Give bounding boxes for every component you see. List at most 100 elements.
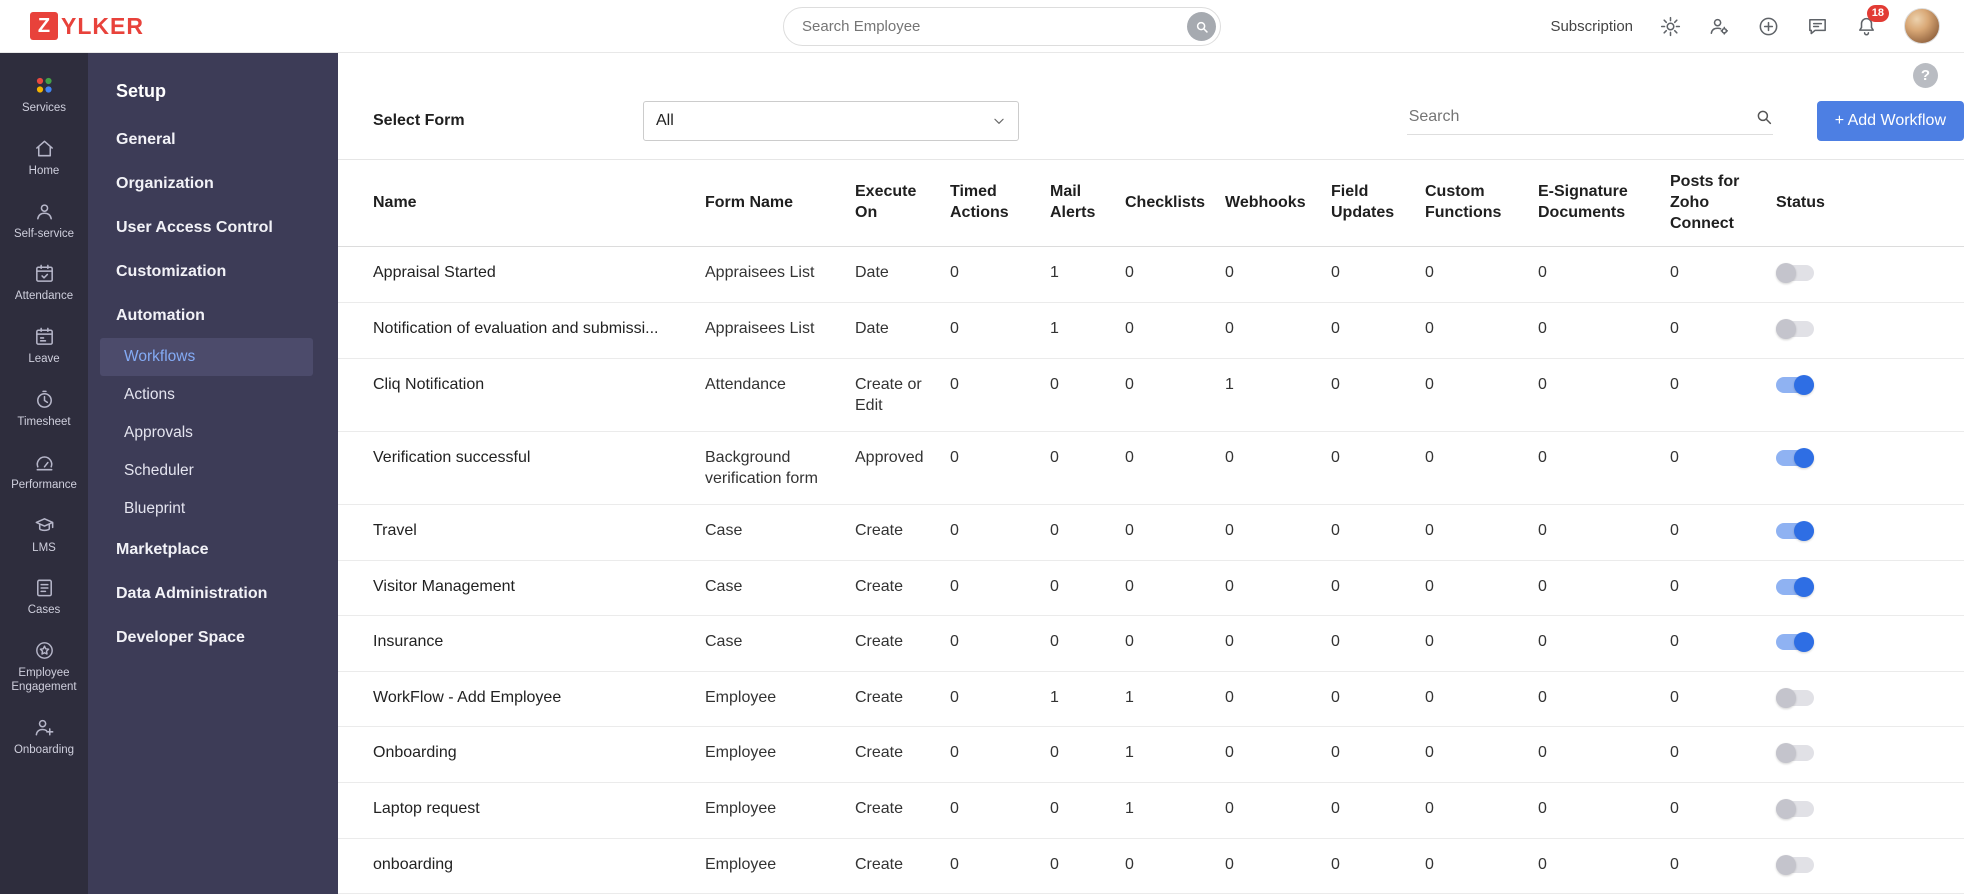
sidebar-item-onboarding[interactable]: Onboarding bbox=[0, 706, 88, 769]
add-plus-circle-icon[interactable] bbox=[1757, 15, 1780, 38]
user-admin-icon[interactable] bbox=[1708, 15, 1731, 38]
status-toggle[interactable] bbox=[1776, 374, 1814, 395]
column-header-form-name: Form Name bbox=[705, 160, 855, 248]
workflow-name[interactable]: Laptop request bbox=[338, 782, 705, 839]
settings-item-customization[interactable]: Customization bbox=[88, 250, 338, 294]
status-toggle[interactable] bbox=[1776, 520, 1814, 541]
status-toggle[interactable] bbox=[1776, 687, 1814, 708]
status-toggle[interactable] bbox=[1776, 447, 1814, 468]
count-cell: 0 bbox=[950, 560, 1050, 617]
toggle-knob bbox=[1776, 263, 1796, 284]
status-toggle[interactable] bbox=[1776, 318, 1814, 339]
subscription-link[interactable]: Subscription bbox=[1550, 18, 1633, 35]
help-icon[interactable]: ? bbox=[1913, 62, 1938, 88]
count-cell: 0 bbox=[1225, 838, 1331, 894]
status-toggle[interactable] bbox=[1776, 743, 1814, 764]
toggle-knob bbox=[1794, 447, 1814, 468]
sidebar-item-performance[interactable]: Performance bbox=[0, 441, 88, 504]
search-icon[interactable] bbox=[1755, 108, 1773, 126]
workflow-search-input[interactable] bbox=[1406, 107, 1755, 127]
feedback-chat-icon[interactable] bbox=[1806, 15, 1829, 38]
workflow-name[interactable]: WorkFlow - Add Employee bbox=[338, 671, 705, 728]
count-cell: 0 bbox=[950, 782, 1050, 839]
column-header-custom-functions: Custom Functions bbox=[1425, 160, 1538, 248]
settings-item-developer-space[interactable]: Developer Space bbox=[88, 616, 338, 660]
status-cell bbox=[1776, 726, 1964, 783]
workflow-name[interactable]: Travel bbox=[338, 504, 705, 561]
count-cell: 0 bbox=[1538, 671, 1670, 728]
sidebar-item-lms[interactable]: LMS bbox=[0, 504, 88, 567]
workflow-name[interactable]: Appraisal Started bbox=[338, 246, 705, 303]
status-toggle[interactable] bbox=[1776, 576, 1814, 597]
settings-item-marketplace[interactable]: Marketplace bbox=[88, 528, 338, 572]
workflow-name[interactable]: Notification of evaluation and submissi.… bbox=[338, 302, 705, 359]
column-header-checklists: Checklists bbox=[1125, 160, 1225, 248]
count-cell: 0 bbox=[1125, 615, 1225, 672]
count-cell: 0 bbox=[1331, 560, 1425, 617]
workflow-name[interactable]: onboarding bbox=[338, 838, 705, 894]
settings-item-scheduler[interactable]: Scheduler bbox=[88, 452, 338, 490]
logo-z-icon: Z bbox=[30, 12, 58, 40]
column-header-timed-actions: Timed Actions bbox=[950, 160, 1050, 248]
lms-icon bbox=[33, 514, 56, 537]
table-row: Appraisal Started Appraisees List Date 0 1 0 0… bbox=[338, 246, 1964, 303]
execute-on-cell: Create bbox=[855, 560, 950, 617]
count-cell: 0 bbox=[1050, 726, 1125, 783]
count-cell: 0 bbox=[1425, 671, 1538, 728]
count-cell: 0 bbox=[1425, 504, 1538, 561]
count-cell: 0 bbox=[1331, 726, 1425, 783]
settings-item-general[interactable]: General bbox=[88, 118, 338, 162]
settings-item-blueprint[interactable]: Blueprint bbox=[88, 490, 338, 528]
status-toggle[interactable] bbox=[1776, 798, 1814, 819]
count-cell: 0 bbox=[1050, 560, 1125, 617]
settings-item-automation[interactable]: Automation bbox=[88, 294, 338, 338]
page-body: Services Home Self-service Attendance Leave T… bbox=[0, 53, 1964, 894]
workflow-name[interactable]: Onboarding bbox=[338, 726, 705, 783]
sidebar-item-home[interactable]: Home bbox=[0, 127, 88, 190]
status-cell bbox=[1776, 302, 1964, 359]
form-select-value: All bbox=[656, 112, 674, 129]
workflow-name[interactable]: Cliq Notification bbox=[338, 358, 705, 432]
workflow-name[interactable]: Insurance bbox=[338, 615, 705, 672]
settings-gear-icon[interactable] bbox=[1659, 15, 1682, 38]
workflow-name[interactable]: Verification successful bbox=[338, 431, 705, 505]
sidebar-item-leave[interactable]: Leave bbox=[0, 315, 88, 378]
status-toggle[interactable] bbox=[1776, 632, 1814, 653]
main-content: ? Select Form All + Add bbox=[338, 53, 1964, 894]
add-workflow-button[interactable]: + Add Workflow bbox=[1816, 101, 1964, 141]
status-toggle[interactable] bbox=[1776, 263, 1814, 284]
settings-item-user-access-control[interactable]: User Access Control bbox=[88, 206, 338, 250]
count-cell: 0 bbox=[1670, 358, 1776, 432]
sidebar-item-attendance[interactable]: Attendance bbox=[0, 252, 88, 315]
workflow-name[interactable]: Visitor Management bbox=[338, 560, 705, 617]
count-cell: 0 bbox=[1538, 504, 1670, 561]
avatar[interactable] bbox=[1904, 8, 1940, 44]
settings-item-approvals[interactable]: Approvals bbox=[88, 414, 338, 452]
status-toggle[interactable] bbox=[1776, 854, 1814, 875]
sidebar-item-label: Attendance bbox=[14, 290, 74, 303]
status-cell bbox=[1776, 504, 1964, 561]
search-icon[interactable] bbox=[1187, 12, 1216, 41]
count-cell: 0 bbox=[1670, 615, 1776, 672]
count-cell: 0 bbox=[1050, 358, 1125, 432]
count-cell: 0 bbox=[950, 671, 1050, 728]
table-row: Verification successful Background verifi… bbox=[338, 431, 1964, 505]
notifications-bell-icon[interactable]: 18 bbox=[1855, 4, 1889, 38]
sidebar-item-self-service[interactable]: Self-service bbox=[0, 190, 88, 253]
settings-item-organization[interactable]: Organization bbox=[88, 162, 338, 206]
count-cell: 1 bbox=[1050, 671, 1125, 728]
settings-item-workflows[interactable]: Workflows bbox=[100, 338, 313, 376]
cases-icon bbox=[33, 576, 56, 599]
sidebar-item-cases[interactable]: Cases bbox=[0, 566, 88, 629]
settings-item-data-administration[interactable]: Data Administration bbox=[88, 572, 338, 616]
count-cell: 0 bbox=[1125, 246, 1225, 303]
form-select-dropdown[interactable]: All bbox=[643, 101, 1019, 141]
sidebar-item-timesheet[interactable]: Timesheet bbox=[0, 378, 88, 441]
count-cell: 1 bbox=[1125, 726, 1225, 783]
count-cell: 0 bbox=[1331, 358, 1425, 432]
zylker-logo[interactable]: Z YLKER bbox=[30, 12, 144, 40]
sidebar-item-services[interactable]: Services bbox=[0, 63, 88, 127]
settings-item-actions[interactable]: Actions bbox=[88, 376, 338, 414]
global-search-input[interactable] bbox=[783, 7, 1221, 46]
sidebar-item-employee-engagement[interactable]: Employee Engagement bbox=[0, 629, 88, 706]
